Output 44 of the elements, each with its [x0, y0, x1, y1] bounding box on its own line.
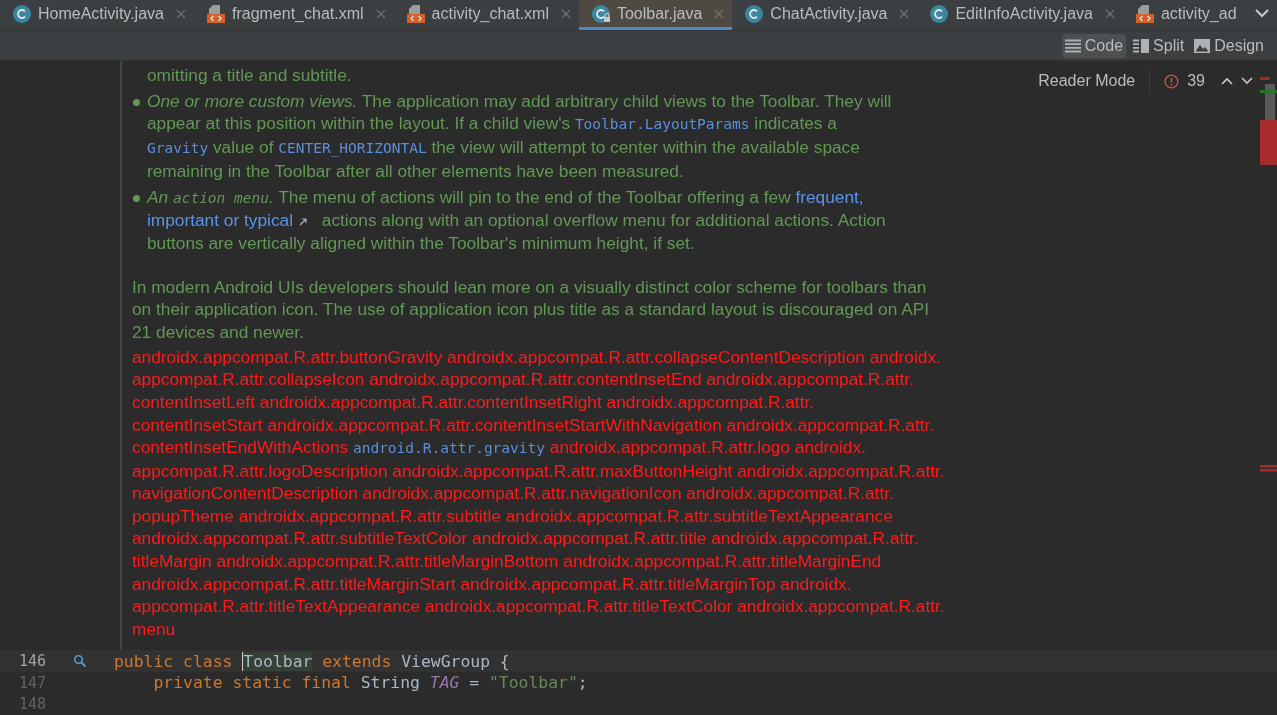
code-line: public class Toolbar extends ViewGroup {	[114, 651, 510, 671]
close-icon[interactable]	[175, 8, 186, 19]
search-icon[interactable]	[73, 654, 87, 669]
split-view-icon	[1133, 38, 1150, 53]
close-icon[interactable]	[560, 8, 571, 19]
layout-file-icon	[405, 3, 426, 24]
lines-icon	[1064, 38, 1081, 53]
close-icon[interactable]	[714, 8, 725, 19]
unresolved-references: androidx.appcompat.R.attr.buttonGravity androidx.appcompat.R.attr.collapseContentDescription androidx. appcompat.R.attr.collapseIcon androidx.appcompat.R.attr.contentInsetEnd androidx.appcompat.R.attr. contentInsetLeft androidx.appcompat.R.attr.contentInsetRight androidx.appcompat.R.attr. contentInsetStart androidx.appcompat.R.attr.contentInsetStartWithNavigation androidx.appcompat.R.attr. contentInsetEndWithActions android.R.attr.gravity androidx.appcompat.R.attr.logo androidx. appcompat.R.attr.logoDescription androidx.appcompat.R.attr.maxButtonHeight androidx.appcompat.R.attr. navigationContentDescription androidx.appcompat.R.attr.navigationIcon androidx.appcompat.R.attr. popupTheme androidx.appcompat.R.attr.subtitle androidx.appcompat.R.attr.subtitleTextAppearance androidx.appcompat.R.attr.subtitleTextColor androidx.appcompat.R.attr.title androidx.appcompat.R.attr. titleMargin androidx.appcompat.R.attr.titleMarginBottom androidx.appcompat.R.attr.titleMarginEnd androidx.appcompat.R.attr.titleMarginStart androidx.appcompat.R.attr.titleMarginTop androidx. appcompat.R.attr.titleTextAppearance androidx.appcompat.R.attr.titleTextColor androidx.appcompat.R.attr. menu	[132, 345, 946, 641]
code-line: private static final String TAG = "Toolbar";	[152, 673, 588, 693]
external-link-icon	[299, 218, 307, 227]
reader-mode-link[interactable]: Reader Mode	[1038, 72, 1136, 90]
editor-tab[interactable]: HomeActivity.java	[0, 0, 194, 30]
view-mode-button[interactable]: Split	[1130, 33, 1188, 58]
editor-tab[interactable]: activity_ad	[1122, 0, 1251, 30]
editor-tab[interactable]: EditInfoActivity.java	[917, 0, 1123, 30]
editor-tab[interactable]: Toolbar.java	[578, 0, 733, 30]
bullet-icon	[133, 194, 140, 202]
close-icon[interactable]	[1104, 8, 1115, 19]
bullet-item: An action menu. The menu of actions will pin to the end of the Toolbar offering a few frequent, important or typical actions along with an optional overflow menu for additional actions. Action buttons are vertically aligned within the Toolbar's minimum height, if set.	[145, 185, 886, 255]
image-icon	[1194, 38, 1211, 53]
doc-link[interactable]: important or typical	[147, 210, 317, 231]
bullet-item: One or more custom views. The application may add arbitrary child views to the Toolbar. They will appear at this position within the layout. If a child view's Toolbar.LayoutParams indicates a Gravity value of CENTER_HORIZONTAL the view will attempt to center within the available space remaining in the Toolbar after all other elements have been measured.	[146, 89, 892, 183]
problem-count: 39	[1187, 72, 1205, 90]
close-icon[interactable]	[375, 8, 386, 19]
view-mode-button[interactable]: Code	[1061, 33, 1127, 58]
editor-tab[interactable]: fragment_chat.xml	[193, 0, 394, 30]
view-mode-button[interactable]: Design	[1191, 33, 1267, 58]
chevron-down-icon[interactable]	[1241, 77, 1253, 85]
layout-file-icon	[205, 3, 226, 24]
line-number: 146	[17, 652, 46, 671]
chevron-down-icon[interactable]	[1255, 8, 1269, 18]
line-number: 147	[17, 673, 46, 692]
chevron-up-icon[interactable]	[1221, 77, 1233, 85]
editor-tab[interactable]: activity_chat.xml	[393, 0, 579, 30]
line-number: 148	[17, 695, 46, 714]
layout-file-icon	[1134, 3, 1155, 24]
bullet-icon	[133, 98, 140, 106]
doc-link[interactable]: frequent,	[795, 186, 864, 207]
doc-paragraph: In modern Android UIs developers should lean more on a visually distinct color scheme for toolbars than on their application icon. The use of application icon plus title as a standard layout is discouraged on API 21 devices and newer.	[132, 275, 931, 344]
close-icon[interactable]	[899, 8, 910, 19]
editor-tab[interactable]: ChatActivity.java	[732, 0, 918, 30]
error-icon	[1164, 73, 1180, 89]
doc-paragraph: omitting a title and subtitle.	[146, 64, 352, 87]
